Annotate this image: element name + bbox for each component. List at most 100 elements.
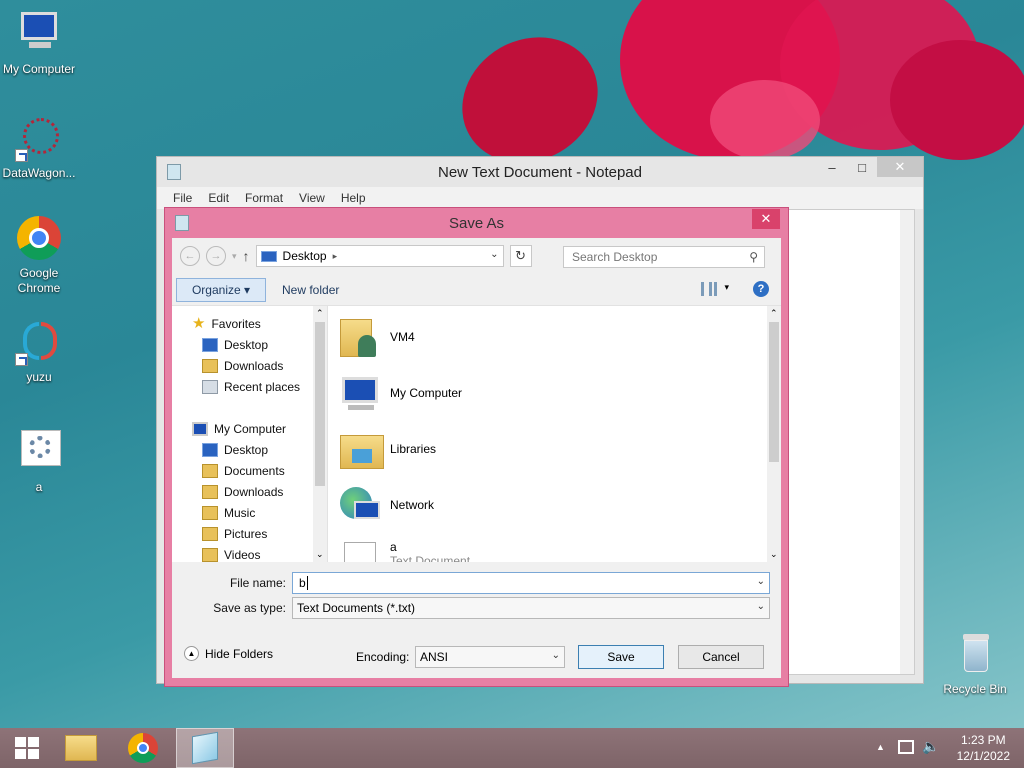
- scroll-down-icon[interactable]: ⌄: [770, 549, 778, 560]
- menu-view[interactable]: View: [291, 191, 333, 205]
- chrome-icon: [15, 214, 63, 262]
- taskbar-file-explorer[interactable]: [54, 728, 108, 768]
- desktop-location-icon: [260, 250, 277, 262]
- notepad-menubar: File Edit Format View Help: [157, 187, 923, 209]
- desktop-icon-recycle-bin[interactable]: Recycle Bin: [936, 630, 1014, 697]
- encoding-select[interactable]: ANSI ⌄: [415, 646, 565, 668]
- taskbar-notepad[interactable]: [176, 728, 234, 768]
- taskbar-chrome[interactable]: [116, 728, 170, 768]
- documents-folder-icon: [202, 464, 218, 478]
- volume-icon[interactable]: 🔈: [922, 738, 939, 755]
- shortcut-arrow-icon: [15, 353, 28, 366]
- menu-file[interactable]: File: [165, 191, 200, 205]
- nav-scroll-thumb[interactable]: [315, 322, 325, 486]
- desktop-icon-yuzu[interactable]: yuzu: [0, 318, 78, 385]
- scroll-up-icon[interactable]: ⌃: [316, 308, 324, 319]
- history-dropdown-icon[interactable]: ▾: [232, 251, 237, 262]
- chevron-down-icon: ⌄: [551, 650, 560, 661]
- back-button[interactable]: ←: [180, 246, 200, 266]
- file-item-vm4[interactable]: VM4: [338, 312, 415, 362]
- refresh-button[interactable]: ↻: [509, 245, 532, 267]
- user-folder-icon: [338, 315, 382, 359]
- close-button[interactable]: ✕: [877, 157, 923, 177]
- notepad-icon: [192, 731, 218, 765]
- dialog-title: Save As: [448, 214, 505, 232]
- hide-folders-button[interactable]: ▲ Hide Folders: [184, 646, 273, 661]
- show-hidden-icons[interactable]: ▲: [876, 742, 885, 752]
- save-options: File name: b ⌄ Save as type: Text Docume…: [172, 562, 781, 678]
- network-tray-icon[interactable]: [898, 740, 914, 754]
- clock-date: 12/1/2022: [956, 749, 1010, 763]
- view-options-icon[interactable]: [701, 282, 717, 296]
- scroll-down-icon[interactable]: ⌄: [316, 549, 324, 560]
- dialog-titlebar[interactable]: Save As ✕: [165, 208, 788, 238]
- dialog-app-icon: [175, 215, 189, 231]
- nav-fav-recent[interactable]: Recent places: [202, 377, 300, 397]
- notepad-titlebar[interactable]: New Text Document - Notepad – □ ✕: [157, 157, 923, 187]
- view-dropdown-icon[interactable]: ▾: [724, 282, 729, 293]
- desktop-icon-my-computer[interactable]: My Computer: [0, 10, 78, 77]
- nav-pane-scrollbar[interactable]: ⌃ ⌄: [313, 306, 327, 562]
- menu-format[interactable]: Format: [237, 191, 291, 205]
- nav-pc-documents[interactable]: Documents: [202, 461, 285, 481]
- save-type-select[interactable]: Text Documents (*.txt) ⌄: [292, 597, 770, 619]
- browser-panes: ★ Favorites Desktop Downloads Recent pla…: [172, 306, 781, 562]
- nav-pc-downloads[interactable]: Downloads: [202, 482, 283, 502]
- computer-icon: [15, 10, 63, 58]
- computer-icon: [338, 371, 382, 415]
- file-name-field[interactable]: b ⌄: [292, 572, 770, 594]
- notepad-scrollbar[interactable]: [900, 210, 914, 674]
- up-button[interactable]: ↑: [243, 248, 250, 264]
- recent-places-icon: [202, 380, 218, 394]
- nav-favorites[interactable]: ★ Favorites: [192, 314, 261, 334]
- breadcrumb-arrow-icon[interactable]: ▸: [333, 251, 338, 262]
- nav-pc-music[interactable]: Music: [202, 503, 255, 523]
- desktop-icon-chrome[interactable]: Google Chrome: [0, 214, 78, 296]
- file-scroll-thumb[interactable]: [769, 322, 779, 462]
- nav-pc-pictures[interactable]: Pictures: [202, 524, 267, 544]
- file-item-network[interactable]: Network: [338, 480, 434, 530]
- save-button[interactable]: Save: [578, 645, 664, 669]
- desktop-icon: [202, 443, 218, 457]
- clock[interactable]: 1:23 PM 12/1/2022: [957, 732, 1010, 764]
- downloads-folder-icon: [202, 485, 218, 499]
- address-dropdown-icon[interactable]: ⌄: [490, 249, 498, 260]
- save-type-label: Save as type:: [213, 601, 286, 615]
- menu-help[interactable]: Help: [333, 191, 374, 205]
- file-item-libraries[interactable]: Libraries: [338, 424, 436, 474]
- nav-pc-desktop[interactable]: Desktop: [202, 440, 268, 460]
- folder-icon: [65, 735, 97, 761]
- address-bar[interactable]: Desktop ▸ ⌄: [255, 245, 504, 267]
- maximize-button[interactable]: □: [847, 157, 877, 177]
- file-name-dropdown-icon[interactable]: ⌄: [757, 576, 765, 587]
- desktop-icon-a[interactable]: a: [0, 428, 78, 495]
- chevron-down-icon: ⌄: [756, 601, 765, 612]
- forward-button[interactable]: →: [206, 246, 226, 266]
- minimize-button[interactable]: –: [817, 157, 847, 177]
- nav-fav-desktop[interactable]: Desktop: [202, 335, 268, 355]
- search-box[interactable]: Search Desktop ⚲: [563, 246, 765, 268]
- nav-my-computer[interactable]: My Computer: [192, 419, 286, 439]
- desktop-icon-datawagon[interactable]: DataWagon...: [0, 114, 78, 181]
- clock-time: 1:23 PM: [960, 733, 1006, 747]
- videos-folder-icon: [202, 548, 218, 562]
- file-item-a[interactable]: a Text Document: [338, 534, 470, 562]
- encoding-value: ANSI: [420, 650, 449, 664]
- file-item-my-computer[interactable]: My Computer: [338, 368, 462, 418]
- computer-icon: [192, 422, 208, 436]
- windows-logo-icon: [15, 737, 39, 759]
- scroll-up-icon[interactable]: ⌃: [770, 308, 778, 319]
- cancel-button[interactable]: Cancel: [678, 645, 764, 669]
- file-list-scrollbar[interactable]: ⌃ ⌄: [767, 306, 781, 562]
- save-as-dialog: Save As ✕ ← → ▾ ↑ Desktop ▸ ⌄ ↻ Search D…: [164, 207, 789, 687]
- text-document-icon: [338, 534, 382, 562]
- start-button[interactable]: [0, 728, 54, 768]
- nav-fav-downloads[interactable]: Downloads: [202, 356, 283, 376]
- menu-edit[interactable]: Edit: [200, 191, 237, 205]
- organize-button[interactable]: Organize ▾: [176, 277, 266, 302]
- datawagon-icon: [15, 114, 63, 162]
- new-folder-button[interactable]: New folder: [282, 283, 339, 297]
- search-input[interactable]: Search Desktop: [572, 250, 657, 264]
- dialog-close-button[interactable]: ✕: [752, 209, 780, 229]
- help-icon[interactable]: ?: [753, 281, 769, 297]
